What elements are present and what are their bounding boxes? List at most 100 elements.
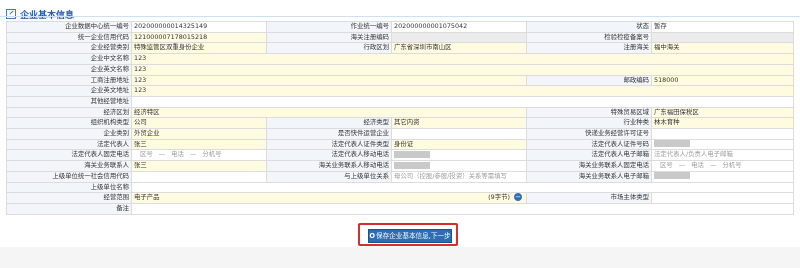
form-row: 企业英文地址 123 [6,85,794,97]
field-input[interactable]: 经济特区 [131,106,527,119]
field-value: 张三 [134,161,147,170]
field-input[interactable] [651,31,794,44]
field-label: 经营范围 [6,192,132,204]
field-label: 工商注册地址 [6,74,132,87]
field-input[interactable] [131,170,267,183]
field-input[interactable] [131,95,794,108]
field-input[interactable]: 暂存 [651,21,794,33]
form-row: 法定代表人 张三 法定代表人证件类型 身份证 法定代表人证件号码 [6,138,794,151]
field-label: 其他经营地址 [6,95,132,108]
field-input[interactable] [131,202,794,215]
field-value: 经济特区 [134,107,160,116]
field-value: 202000000014325149 [134,22,208,30]
phone-part-placeholder: 分机号 [202,150,222,159]
field-input[interactable]: 法定代表人/负责人电子邮箱 [651,149,794,162]
field-input[interactable]: 身份证 [391,138,527,151]
field-input[interactable]: 其它内资 [391,117,527,130]
field-input[interactable] [651,128,794,140]
field-label: 与上级单位关系 [266,170,392,183]
form-row: 企业数据中心统一编号 202000000014325149 作业统一编号 202000… [6,21,794,33]
form-row: 上级单位统一社会信用代码 与上级单位关系 母公司（控股/参股/投资）关系等需填写 海关… [6,170,794,183]
field-label: 注册海关 [526,42,652,55]
field-input[interactable]: 外贸企业 [131,128,267,140]
field-input[interactable]: 广东省深圳市南山区 [391,42,527,55]
form-row: 企业类别 外贸企业 是否快件运营企业 快递业务经营许可证号 [6,128,794,140]
form-row: 上级单位名称 [6,181,794,194]
save-and-next-button[interactable]: O保存企业基本信息,下一步 [368,229,452,243]
footer-bar [0,247,800,268]
field-value: 123 [134,75,147,84]
field-label: 邮政编码 [526,74,652,87]
field-input[interactable]: 518000 [651,74,794,87]
field-input[interactable]: 区号 — 电话 — 分机号 [651,160,794,172]
field-input[interactable] [391,31,527,44]
form-row: 经济区划 经济特区 特殊贸易区域 广东福田保税区 [6,106,794,119]
field-label: 法定代表人固定电话 [6,149,132,162]
field-label: 统一企业信用代码 [6,31,132,44]
phone-part-placeholder: 分机号 [722,161,742,170]
field-label: 上级单位统一社会信用代码 [6,170,132,183]
field-input[interactable] [651,192,794,204]
form-row: 企业经营类别 特殊监管区双重身份企业 行政区划 广东省深圳市南山区 注册海关 福中海关 [6,42,794,55]
field-input[interactable] [651,170,794,183]
field-input[interactable]: 张三 [131,138,267,151]
redacted-value [394,150,430,158]
field-label: 检验检疫备案号 [526,31,652,44]
field-input[interactable] [651,138,794,151]
phone-part-placeholder: 区号 [660,161,673,170]
field-label: 快递业务经营许可证号 [526,128,652,140]
field-input[interactable]: 电子产品 (9字节) − [131,192,527,204]
field-label: 海关业务联系人 [6,160,132,172]
field-value: 其它内资 [394,118,420,127]
field-input[interactable]: 福中海关 [651,42,794,55]
field-label: 备注 [6,202,132,215]
field-input[interactable]: 123 [131,63,794,76]
field-input[interactable]: 特殊监管区双重身份企业 [131,42,267,55]
form-row: 企业中文名称 123 [6,53,794,65]
field-input[interactable] [131,181,794,194]
field-input[interactable]: 121000007178015218 [131,31,267,44]
field-input[interactable]: 广东福田保税区 [651,106,794,119]
field-input[interactable] [391,128,527,140]
field-label: 行政区划 [266,42,392,55]
field-value: 电子产品 [134,193,160,202]
field-input[interactable]: 林木育种 [651,117,794,130]
field-input[interactable]: 202000000001075042 [391,21,527,33]
field-input[interactable] [391,149,527,162]
field-value: 123 [134,86,147,95]
field-input[interactable]: 123 [131,53,794,65]
field-input[interactable]: 123 [131,85,794,97]
field-value: 身份证 [394,139,414,148]
form-row: 组织机构类型 公司 经济类型 其它内资 行业种类 林木育种 [6,117,794,130]
redacted-value [394,161,430,169]
field-value: 123 [134,64,147,73]
remove-icon[interactable]: − [514,193,522,202]
form-row: 统一企业信用代码 121000007178015218 海关注册编码 检验检疫备案号 [6,31,794,44]
form-row: 企业英文名称 123 [6,63,794,76]
field-input[interactable] [391,160,527,172]
field-input[interactable]: 202000000014325149 [131,21,267,33]
field-label: 海关注册编码 [266,31,392,44]
field-label: 企业数据中心统一编号 [6,21,132,33]
field-label: 状态 [526,21,652,33]
field-value: 123 [134,54,147,63]
form-row: 法定代表人固定电话 区号 — 电话 — 分机号 法定代表人移动电话 法定代表人电子邮箱 法定代表… [6,149,794,162]
phone-part-placeholder: 电话 [691,161,704,170]
section-title: 企业基本信息 [20,8,74,21]
field-value: 518000 [654,75,679,84]
field-input[interactable]: 公司 [131,117,267,130]
field-label: 是否快件运营企业 [266,128,392,140]
field-input[interactable]: 母公司（控股/参股/投资）关系等需填写 [391,170,527,183]
field-label: 法定代表人移动电话 [266,149,392,162]
enterprise-info-form: 企业数据中心统一编号 202000000014325149 作业统一编号 202000… [6,21,794,215]
form-row: 海关业务联系人 张三 海关业务联系人移动电话 海关业务联系人固定电话 区号 — 电话 — 分机号 [6,160,794,172]
form-row: 经营范围 电子产品 (9字节) − 市场主体类型 [6,192,794,204]
field-input[interactable]: 区号 — 电话 — 分机号 [131,149,267,162]
field-value: 202000000001075042 [394,22,468,30]
field-label: 企业中文名称 [6,53,132,65]
field-input[interactable]: 张三 [131,160,267,172]
field-value: 张三 [134,139,147,148]
field-label: 经济区划 [6,106,132,119]
field-input[interactable]: 123 [131,74,527,87]
field-label: 上级单位名称 [6,181,132,194]
